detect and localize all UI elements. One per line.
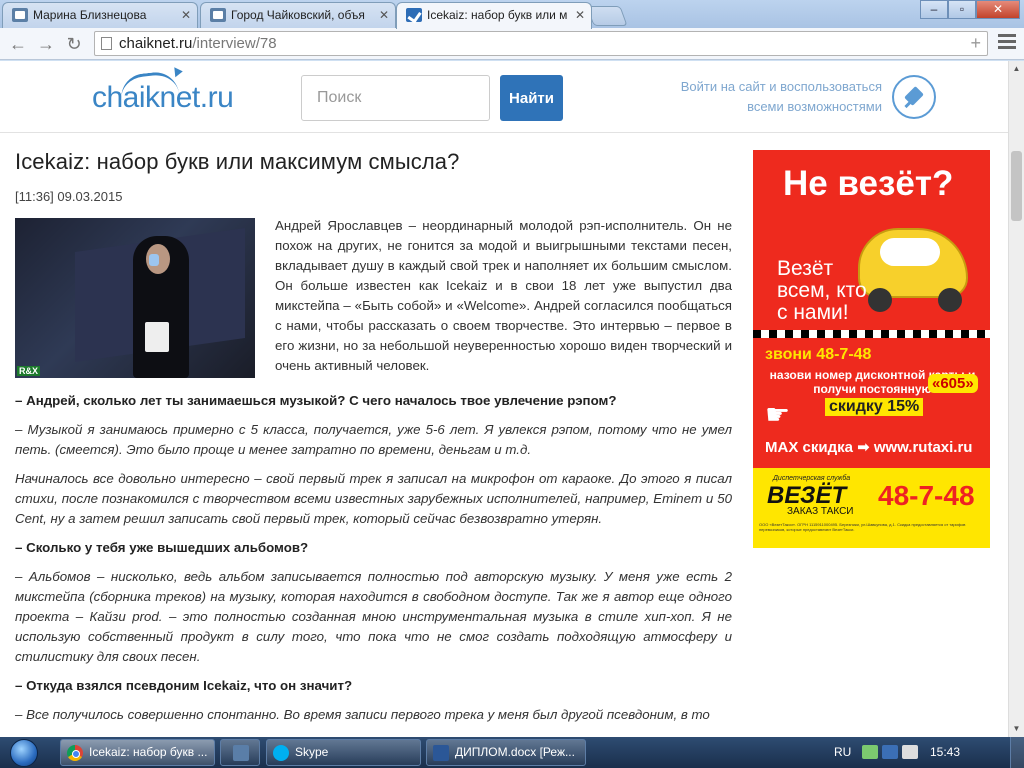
tab-marina[interactable]: Марина Близнецова ✕ <box>2 2 198 28</box>
search-input[interactable] <box>301 75 490 121</box>
start-button[interactable] <box>4 737 46 768</box>
skype-icon <box>273 745 289 761</box>
login-line-2: всеми возможностями <box>747 99 882 114</box>
new-tab-button[interactable] <box>586 6 628 26</box>
wheel-icon <box>868 288 892 312</box>
ad-dispatch: Диспетчерская служба <box>773 475 851 482</box>
maximize-button[interactable]: ▫ <box>948 0 976 19</box>
forward-icon[interactable]: → <box>34 32 58 56</box>
pointer-hand-icon: ☛ <box>765 399 791 430</box>
close-icon[interactable]: ✕ <box>575 3 585 27</box>
chrome-icon <box>67 745 83 761</box>
interview-body: – Андрей, сколько лет ты занимаешься муз… <box>15 391 732 734</box>
vk-icon <box>210 8 226 22</box>
scroll-thumb[interactable] <box>1011 151 1022 221</box>
question: – Откуда взялся псевдоним Icekaiz, что о… <box>15 678 353 693</box>
tab-label: Марина Близнецова <box>33 8 147 22</box>
taskbar-item-word[interactable]: ДИПЛОМ.docx [Реж... <box>426 739 586 766</box>
article-date: [11:36] 09.03.2015 <box>15 189 123 204</box>
article-title: Icekaiz: набор букв или максимум смысла? <box>15 149 460 174</box>
page-viewport: chaiknet.ru Найти Войти на сайт и воспол… <box>0 61 1008 737</box>
language-indicator[interactable]: RU <box>834 745 851 759</box>
window-controls: – ▫ ✕ <box>920 0 1020 20</box>
scroll-up-icon[interactable]: ▲ <box>1009 61 1024 77</box>
browser-toolbar: ← → ↻ chaiknet.ru/interview/78 + <box>0 28 1024 60</box>
page-scrollbar[interactable]: ▲ ▼ <box>1008 61 1024 737</box>
back-icon[interactable]: ← <box>6 32 30 56</box>
watermark-logo: R&X <box>17 366 41 376</box>
taskbar-label: ДИПЛОМ.docx [Реж... <box>455 745 575 759</box>
ad-fine-print: ООО «ВезетТакси». ОГРН 1115911000495. Бе… <box>759 522 966 532</box>
taskbar: Icekaiz: набор букв ... Skype ДИПЛОМ.doc… <box>0 737 1024 768</box>
windows-logo-icon <box>10 739 38 767</box>
tab-icekaiz[interactable]: Icekaiz: набор букв или м ✕ <box>396 2 592 29</box>
ad-phone: 48-7-48 <box>878 480 975 511</box>
ad-discount: скидку 15% <box>825 398 924 416</box>
tray-app-icon[interactable] <box>862 745 878 759</box>
article-photo: R&X <box>15 218 255 378</box>
wheel-icon <box>938 288 962 312</box>
menu-icon[interactable] <box>998 34 1016 52</box>
plug-icon[interactable] <box>892 75 936 119</box>
ad-call: звони 48-7-48 <box>765 346 872 363</box>
tab-label: Icekaiz: набор букв или м <box>427 8 568 22</box>
ad-max-link: MAX скидка ➡ www.rutaxi.ru <box>765 439 973 456</box>
taskbar-label: Icekaiz: набор букв ... <box>89 745 208 759</box>
answer: – Альбомов – нисколько, ведь альбом запи… <box>15 569 732 664</box>
ad-slogan: Везёт всем, кто с нами! <box>777 257 867 324</box>
word-icon <box>433 745 449 761</box>
taxi-ad-banner[interactable]: Не везёт? Везёт всем, кто с нами! звони … <box>753 150 990 548</box>
question: – Андрей, сколько лет ты занимаешься муз… <box>15 393 617 408</box>
address-bar[interactable]: chaiknet.ru/interview/78 + <box>94 31 988 56</box>
taskbar-label: Skype <box>295 745 329 759</box>
bookmark-icon[interactable]: + <box>970 32 981 55</box>
microphone <box>149 254 159 266</box>
ad-code: «605» <box>928 374 978 393</box>
clock[interactable]: 15:43 <box>930 745 960 759</box>
checker-stripe <box>753 330 990 338</box>
x-icon <box>233 745 249 761</box>
answer: Начиналось все довольно интересно – свой… <box>15 471 732 526</box>
article-intro: Андрей Ярославцев – неординарный молодой… <box>275 218 732 373</box>
close-window-button[interactable]: ✕ <box>976 0 1020 19</box>
answer: – Музыкой я занимаюсь примерно с 5 класс… <box>15 422 732 457</box>
ad-order: ЗАКАЗ ТАКСИ <box>787 506 854 517</box>
vk-icon <box>12 8 28 22</box>
site-logo[interactable]: chaiknet.ru <box>92 81 234 115</box>
close-icon[interactable]: ✕ <box>181 3 191 27</box>
tab-chaikovsky[interactable]: Город Чайковский, объя ✕ <box>200 2 396 28</box>
question: – Сколько у тебя уже вышедших альбомов? <box>15 540 309 555</box>
system-tray: RU 15:43 <box>794 737 1024 768</box>
login-link[interactable]: Войти на сайт и воспользоваться всеми во… <box>640 77 882 117</box>
answer: – Все получилось совершенно спонтанно. В… <box>15 707 710 722</box>
chaiknet-icon <box>406 8 422 22</box>
search-button[interactable]: Найти <box>500 75 563 121</box>
lanyard-badge <box>145 322 169 352</box>
login-line-1: Войти на сайт и воспользоваться <box>680 79 882 94</box>
minimize-button[interactable]: – <box>920 0 948 19</box>
reload-icon[interactable]: ↻ <box>62 32 86 56</box>
tray-app-icon[interactable] <box>882 745 898 759</box>
page-icon <box>101 37 112 50</box>
article: Icekaiz: набор букв или максимум смысла?… <box>15 149 732 722</box>
ad-headline: Не везёт? <box>783 164 954 203</box>
taskbar-item-chrome[interactable]: Icekaiz: набор букв ... <box>60 739 215 766</box>
scroll-down-icon[interactable]: ▼ <box>1009 721 1024 737</box>
tab-label: Город Чайковский, объя <box>231 8 365 22</box>
address-domain: chaiknet.ru <box>119 35 193 52</box>
site-header: chaiknet.ru Найти Войти на сайт и воспол… <box>0 61 1008 133</box>
close-icon[interactable]: ✕ <box>379 3 389 27</box>
taskbar-item-x[interactable] <box>220 739 260 766</box>
tab-strip: Марина Близнецова ✕ Город Чайковский, об… <box>0 0 1024 29</box>
taskbar-item-skype[interactable]: Skype <box>266 739 421 766</box>
show-desktop-button[interactable] <box>1010 737 1024 768</box>
volume-icon[interactable] <box>902 745 918 759</box>
address-path: /interview/78 <box>192 35 277 52</box>
